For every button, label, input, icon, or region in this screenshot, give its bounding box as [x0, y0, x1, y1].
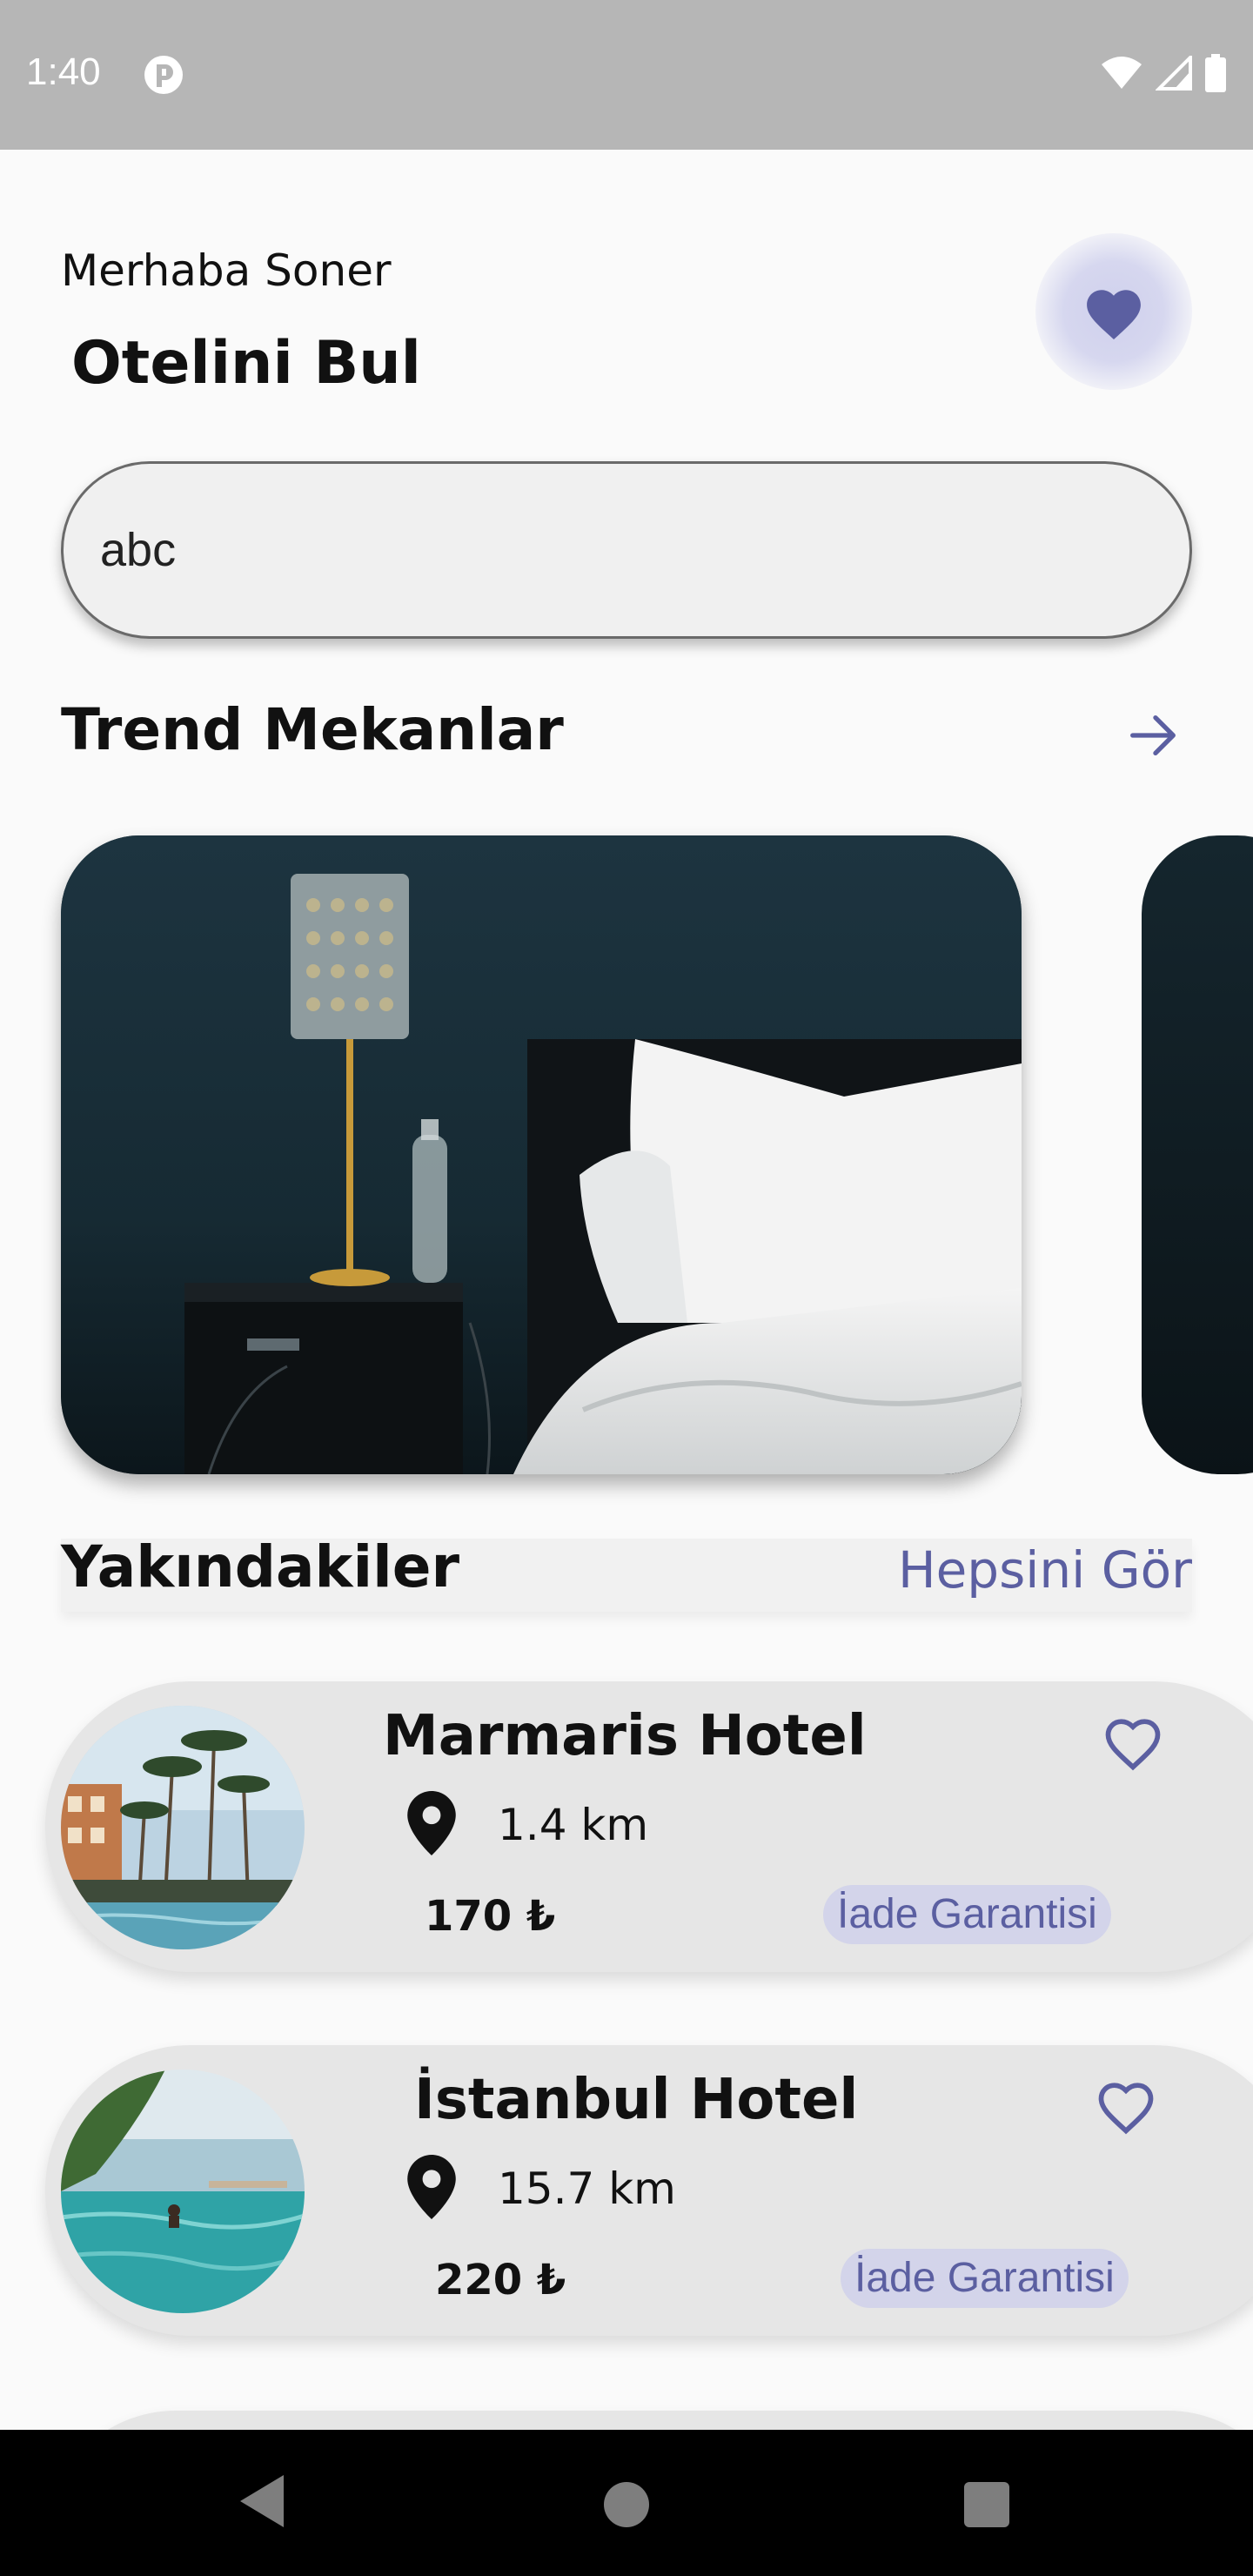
system-nav-bar [0, 2430, 1253, 2576]
location-pin-icon [407, 2155, 456, 2219]
page-title: Otelini Bul [71, 329, 421, 398]
greeting-text: Merhaba Soner [61, 245, 392, 296]
trending-hotel-card[interactable] [61, 835, 1022, 1474]
search-input-value[interactable]: abc [100, 523, 176, 577]
refund-guarantee-badge: İade Garantisi [823, 1885, 1111, 1944]
hotel-price: 170 ₺ [425, 1892, 556, 1941]
hotel-name: Marmaris Hotel [383, 1704, 867, 1768]
home-icon[interactable] [604, 2482, 649, 2527]
hotel-thumbnail [61, 1706, 305, 1949]
status-bar: 1:40 [0, 0, 1253, 150]
trending-hotel-card-next[interactable] [1142, 835, 1253, 1474]
see-all-link[interactable]: Hepsini Gör [898, 1540, 1192, 1600]
hotel-list-item[interactable]: Marmaris Hotel 1.4 km 170 ₺ İade Garanti… [45, 1681, 1253, 1972]
nearby-section-title: Yakındakiler [61, 1533, 460, 1600]
heart-filled-icon [1087, 290, 1141, 339]
infinity-pool-photo [61, 2070, 305, 2313]
battery-icon [1205, 54, 1226, 92]
recents-icon[interactable] [964, 2482, 1009, 2527]
arrow-right-icon[interactable] [1122, 705, 1183, 766]
hotel-name: İstanbul Hotel [414, 2068, 859, 2132]
location-pin-icon [407, 1791, 456, 1855]
heart-outline-icon[interactable] [1100, 1711, 1166, 1772]
status-icons [1100, 54, 1227, 92]
trending-section-title: Trend Mekanlar [61, 696, 564, 763]
back-icon[interactable] [238, 2473, 285, 2529]
hotel-distance: 15.7 km [498, 2163, 676, 2214]
wifi-icon [1102, 57, 1142, 89]
app-notification-icon [144, 56, 183, 94]
hotel-list-item[interactable]: İstanbul Hotel 15.7 km 220 ₺ İade Garant… [45, 2045, 1253, 2336]
favorites-button[interactable] [1035, 233, 1192, 390]
status-time: 1:40 [26, 50, 101, 93]
hotel-distance: 1.4 km [498, 1800, 649, 1850]
hotel-thumbnail [61, 2070, 305, 2313]
heart-outline-icon[interactable] [1093, 2075, 1159, 2136]
signal-icon [1156, 56, 1192, 91]
hotel-price: 220 ₺ [435, 2256, 566, 2304]
search-input[interactable]: abc [61, 461, 1192, 639]
hotel-room-photo [61, 835, 1022, 1474]
palm-resort-photo [61, 1706, 305, 1949]
refund-guarantee-badge: İade Garantisi [841, 2249, 1129, 2308]
